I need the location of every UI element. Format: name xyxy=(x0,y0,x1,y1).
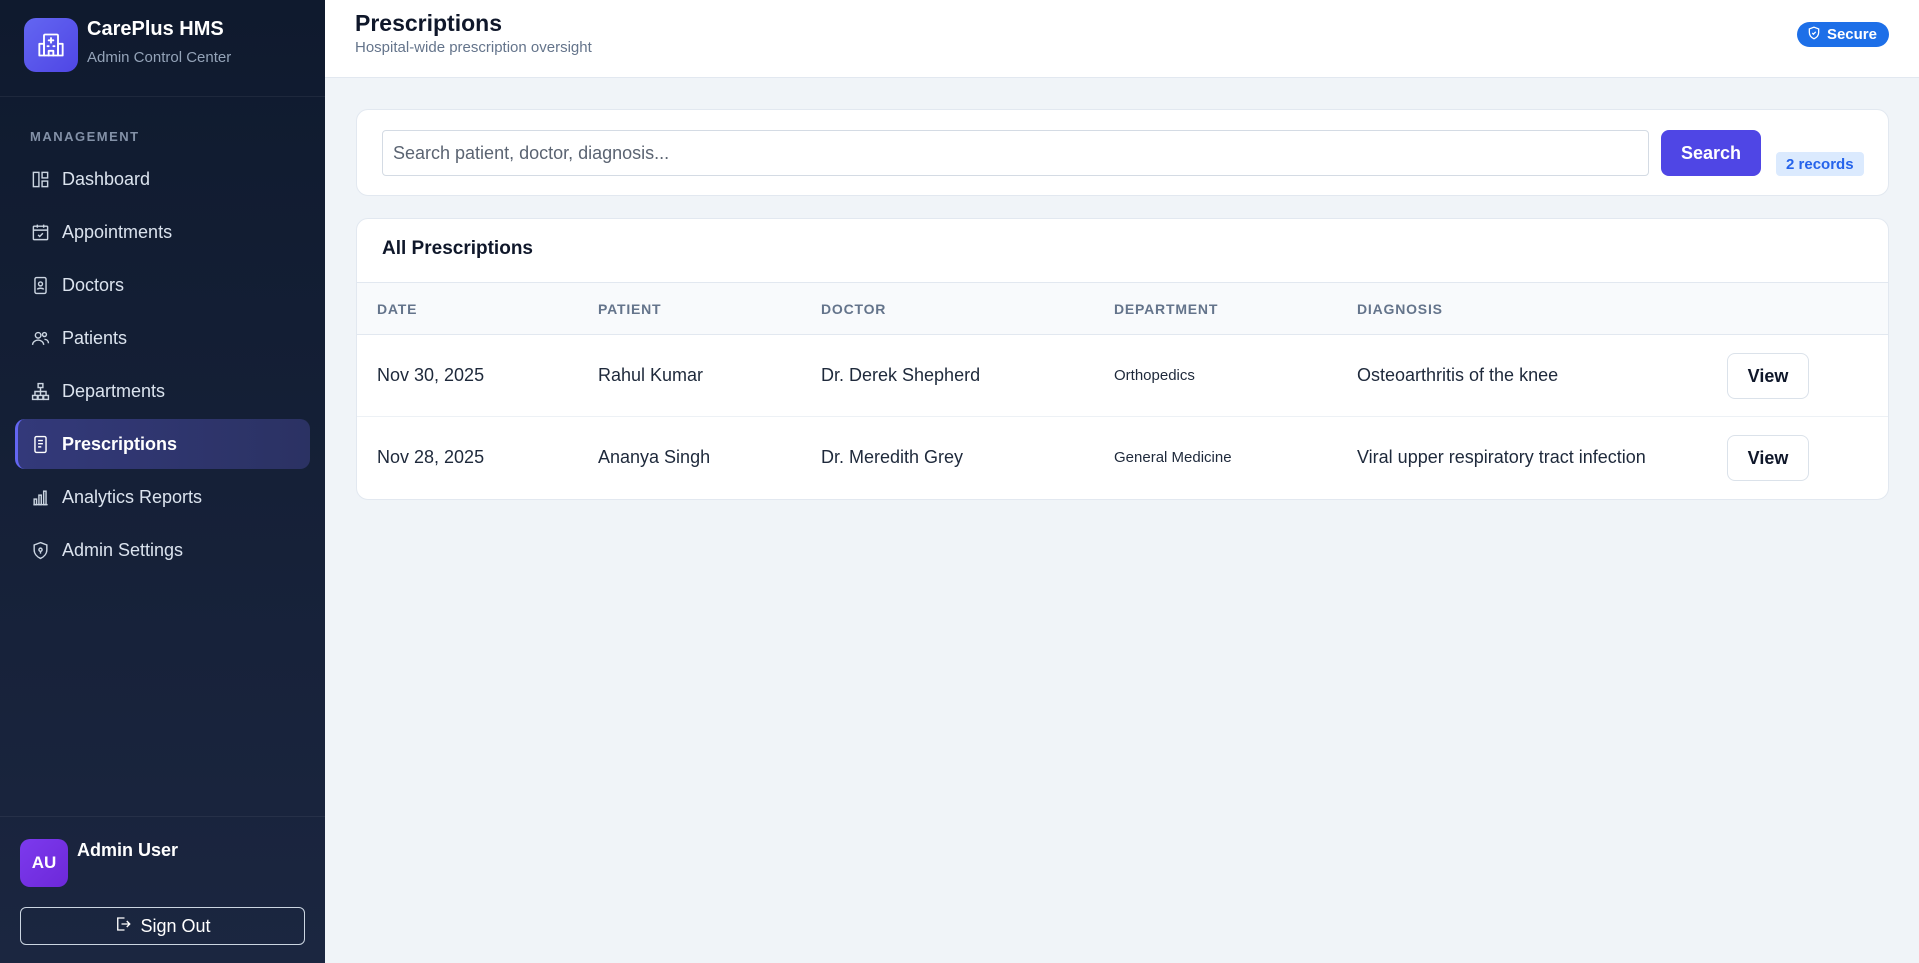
avatar: AU xyxy=(20,839,68,887)
sidebar-item-dashboard[interactable]: Dashboard xyxy=(15,154,310,204)
sidebar-item-label: Prescriptions xyxy=(62,433,178,454)
column-header-department: DEPARTMENT xyxy=(1114,301,1219,317)
column-header-date: DATE xyxy=(377,301,418,317)
sidebar-item-appointments[interactable]: Appointments xyxy=(15,207,310,257)
shield-icon xyxy=(1807,25,1821,44)
cell-diagnosis: Viral upper respiratory tract infection xyxy=(1357,447,1646,467)
cell-department: Orthopedics xyxy=(1114,367,1195,384)
cell-date: Nov 28, 2025 xyxy=(377,447,485,467)
search-card: Search 2 records xyxy=(356,109,1889,196)
page-title: Prescriptions xyxy=(355,10,502,36)
bar-chart-icon xyxy=(30,487,50,507)
page-header: Prescriptions Hospital-wide prescription… xyxy=(325,0,1919,78)
search-button[interactable]: Search xyxy=(1661,130,1761,176)
sidebar-item-label: Admin Settings xyxy=(62,539,184,560)
secure-badge: Secure xyxy=(1796,22,1889,47)
sidebar-item-analytics-reports[interactable]: Analytics Reports xyxy=(15,472,310,522)
sidebar: CarePlus HMS Admin Control Center MANAGE… xyxy=(0,0,325,963)
doctor-badge-icon xyxy=(30,275,50,295)
sidebar-item-label: Analytics Reports xyxy=(62,486,203,507)
cell-diagnosis: Osteoarthritis of the knee xyxy=(1357,365,1559,385)
brand-header: CarePlus HMS Admin Control Center xyxy=(0,0,325,97)
sidebar-item-label: Doctors xyxy=(62,274,125,295)
records-count-badge: 2 records xyxy=(1776,152,1864,176)
sidebar-item-label: Departments xyxy=(62,380,166,401)
users-icon xyxy=(30,328,50,348)
logout-icon xyxy=(114,915,132,938)
hospital-logo-icon xyxy=(24,18,78,72)
cell-doctor: Dr. Meredith Grey xyxy=(821,447,964,467)
sidebar-item-doctors[interactable]: Doctors xyxy=(15,260,310,310)
brand-title: CarePlus HMS xyxy=(87,18,224,40)
prescription-icon xyxy=(30,434,50,454)
hierarchy-icon xyxy=(30,381,50,401)
column-header-patient: PATIENT xyxy=(598,301,662,317)
sidebar-item-departments[interactable]: Departments xyxy=(15,366,310,416)
table-title: All Prescriptions xyxy=(382,238,533,259)
table-row: Nov 28, 2025 Ananya Singh Dr. Meredith G… xyxy=(357,417,1888,499)
table-header-row: DATE PATIENT DOCTOR DEPARTMENT DIAGNOSIS xyxy=(357,282,1888,335)
cell-department: General Medicine xyxy=(1114,449,1232,466)
shield-icon xyxy=(30,540,50,560)
nav-section-label: MANAGEMENT xyxy=(30,129,140,144)
sidebar-nav: Dashboard Appointments Doctors Patients … xyxy=(15,154,310,578)
view-button[interactable]: View xyxy=(1727,353,1809,399)
user-name: Admin User xyxy=(77,840,179,860)
dashboard-icon xyxy=(30,169,50,189)
sidebar-item-prescriptions[interactable]: Prescriptions xyxy=(15,419,310,469)
secure-badge-label: Secure xyxy=(1826,26,1877,43)
sign-out-button[interactable]: Sign Out xyxy=(20,907,305,945)
prescriptions-table-card: All Prescriptions DATE PATIENT DOCTOR DE… xyxy=(356,218,1889,500)
cell-date: Nov 30, 2025 xyxy=(377,365,485,385)
sidebar-item-admin-settings[interactable]: Admin Settings xyxy=(15,525,310,575)
sign-out-label: Sign Out xyxy=(140,915,211,936)
sidebar-item-label: Appointments xyxy=(62,221,173,242)
brand-subtitle: Admin Control Center xyxy=(87,49,232,66)
column-header-diagnosis: DIAGNOSIS xyxy=(1357,301,1443,317)
user-panel: AU Admin User Sign Out xyxy=(0,816,325,963)
table-row: Nov 30, 2025 Rahul Kumar Dr. Derek Sheph… xyxy=(357,335,1888,417)
cell-patient: Rahul Kumar xyxy=(598,365,704,385)
calendar-check-icon xyxy=(30,222,50,242)
column-header-doctor: DOCTOR xyxy=(821,301,887,317)
cell-doctor: Dr. Derek Shepherd xyxy=(821,365,981,385)
sidebar-item-label: Patients xyxy=(62,327,128,348)
search-input[interactable] xyxy=(382,130,1649,176)
view-button[interactable]: View xyxy=(1727,435,1809,481)
sidebar-item-patients[interactable]: Patients xyxy=(15,313,310,363)
sidebar-item-label: Dashboard xyxy=(62,168,151,189)
page-subtitle: Hospital-wide prescription oversight xyxy=(355,39,592,56)
cell-patient: Ananya Singh xyxy=(598,447,711,467)
